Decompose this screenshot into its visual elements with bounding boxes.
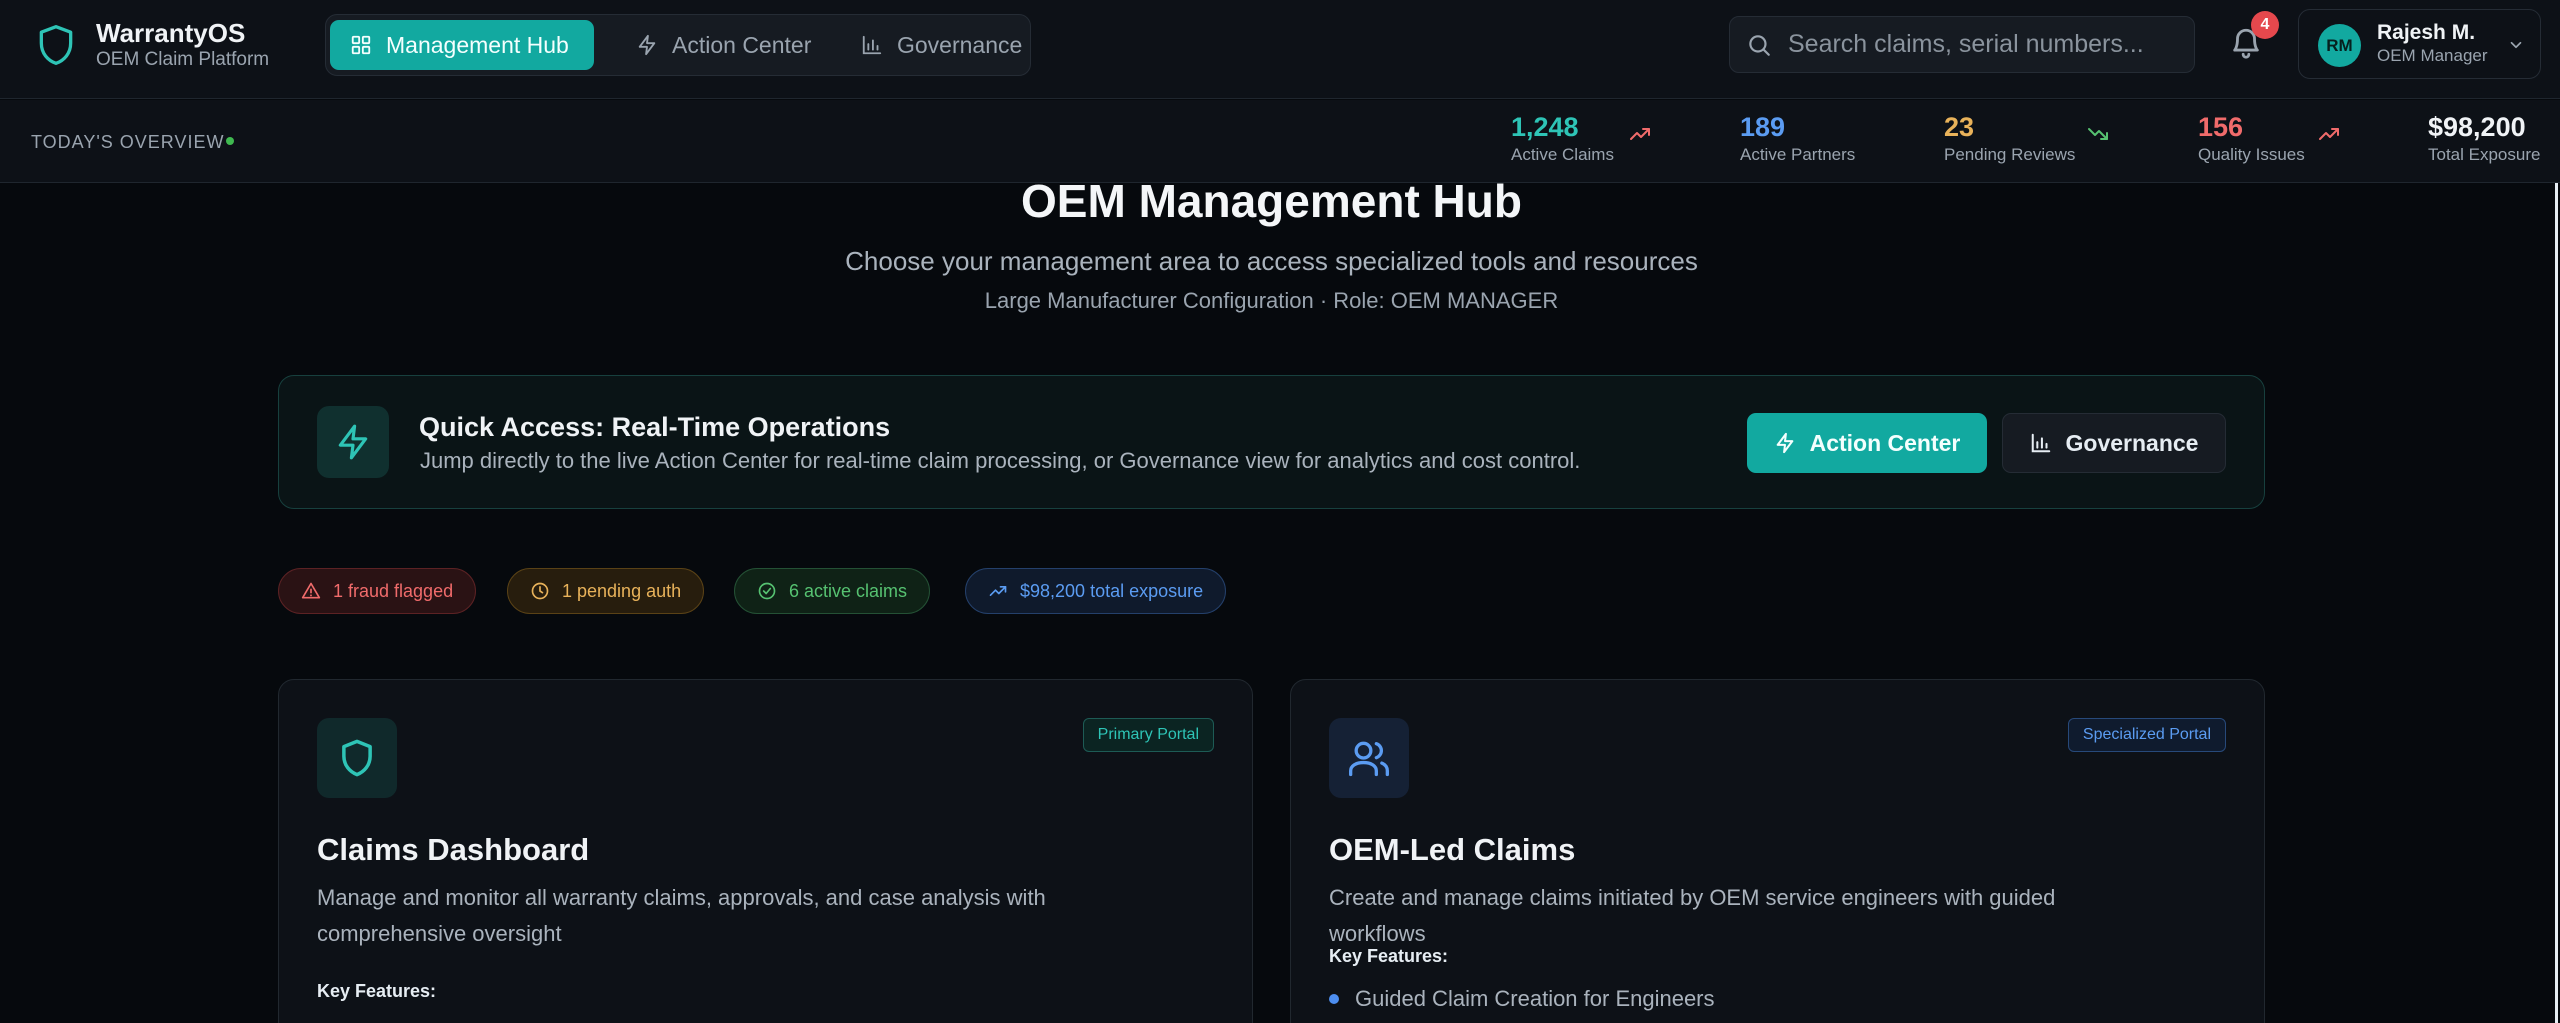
user-role: OEM Manager xyxy=(2377,46,2488,65)
scrollbar[interactable] xyxy=(2555,183,2558,1023)
total-exposure-pill[interactable]: $98,200 total exposure xyxy=(965,568,1227,614)
pill-label: 6 active claims xyxy=(789,580,908,601)
configuration-info: Large Manufacturer Configuration · Role:… xyxy=(984,288,1559,313)
search-icon xyxy=(1749,34,1770,56)
governance-button[interactable]: Governance xyxy=(2002,413,2226,473)
stat-value: 156 xyxy=(2198,112,2244,142)
trending-up-icon xyxy=(1630,128,1650,140)
notification-count-badge: 4 xyxy=(2251,11,2279,39)
card-icon-tile xyxy=(1329,718,1409,798)
primary-portal-badge: Primary Portal xyxy=(1082,718,1214,752)
nav-action-center-label: Action Center xyxy=(672,31,812,58)
action-center-button[interactable]: Action Center xyxy=(1747,413,1987,473)
avatar: RM xyxy=(2318,24,2361,67)
bullet-dot xyxy=(1329,994,1339,1004)
check-circle-icon xyxy=(758,582,776,600)
card-title: OEM-Led Claims xyxy=(1329,832,1576,867)
fraud-flagged-pill[interactable]: 1 fraud flagged xyxy=(278,568,477,614)
top-bar: WarrantyOS OEM Claim Platform Management… xyxy=(0,0,2560,99)
app-name: WarrantyOS xyxy=(96,18,246,48)
quick-access-description: Jump directly to the live Action Center … xyxy=(420,448,1581,473)
feature-label: Guided Claim Creation for Engineers xyxy=(1355,986,1715,1011)
user-name: Rajesh M. xyxy=(2377,21,2476,44)
pill-label: 1 fraud flagged xyxy=(333,580,454,601)
chevron-down-icon xyxy=(2510,41,2522,49)
bolt-icon xyxy=(638,34,656,56)
quick-access-panel: Quick Access: Real-Time Operations Jump … xyxy=(278,375,2265,509)
grid-icon xyxy=(351,35,371,55)
shield-logo-icon xyxy=(39,25,73,65)
app-subtitle: OEM Claim Platform xyxy=(96,49,270,70)
search-box[interactable] xyxy=(1729,16,2195,73)
live-indicator-dot xyxy=(226,137,234,145)
stat-quality-issues[interactable]: 156 Quality Issues xyxy=(2198,112,2305,165)
pending-auth-pill[interactable]: 1 pending auth xyxy=(507,568,705,614)
bolt-icon xyxy=(338,424,368,460)
stat-label: Active Claims xyxy=(1511,145,1614,164)
stat-value: 1,248 xyxy=(1511,112,1579,142)
trending-up-icon xyxy=(2319,128,2339,140)
claims-dashboard-card[interactable]: Primary Portal Claims Dashboard Manage a… xyxy=(278,679,1253,1023)
users-icon xyxy=(1349,741,1389,777)
card-description: Create and manage claims initiated by OE… xyxy=(1329,885,2056,946)
pill-label: 1 pending auth xyxy=(562,580,682,601)
stat-value: $98,200 xyxy=(2428,112,2526,142)
specialized-portal-badge: Specialized Portal xyxy=(2067,718,2226,752)
key-features-label: Key Features: xyxy=(1329,946,1449,966)
stat-active-partners[interactable]: 189 Active Partners xyxy=(1740,112,1855,165)
card-icon-tile xyxy=(317,718,397,798)
user-menu[interactable]: RM Rajesh M. OEM Manager xyxy=(2298,9,2541,79)
nav-action-center[interactable]: Action Center xyxy=(616,20,831,70)
stat-value: 189 xyxy=(1740,112,1786,142)
bar-chart-icon xyxy=(862,35,882,55)
trending-up-icon xyxy=(989,586,1007,596)
brand[interactable]: WarrantyOS OEM Claim Platform xyxy=(34,18,269,72)
quick-access-icon-tile xyxy=(317,406,389,478)
nav-management-hub-label: Management Hub xyxy=(386,31,569,58)
overview-strip: TODAY'S OVERVIEW 1,248 Active Claims 189… xyxy=(0,100,2560,183)
search-input[interactable] xyxy=(1788,30,2178,59)
key-features-label: Key Features: xyxy=(317,981,437,1001)
stat-label: Pending Reviews xyxy=(1944,145,2076,164)
page-subtitle: Choose your management area to access sp… xyxy=(845,246,1698,276)
pill-label: $98,200 total exposure xyxy=(1020,580,1204,601)
stat-label: Active Partners xyxy=(1740,145,1856,164)
oem-led-claims-card[interactable]: Specialized Portal OEM-Led Claims Create… xyxy=(1290,679,2265,1023)
bolt-icon xyxy=(1776,432,1793,454)
stat-active-claims[interactable]: 1,248 Active Claims xyxy=(1511,112,1614,165)
nav-governance[interactable]: Governance xyxy=(841,20,1042,70)
card-description: Manage and monitor all warranty claims, … xyxy=(317,885,1046,946)
stat-label: Total Exposure xyxy=(2428,145,2541,164)
overview-label: TODAY'S OVERVIEW xyxy=(31,132,225,152)
shield-icon xyxy=(342,739,372,777)
quick-access-title: Quick Access: Real-Time Operations xyxy=(419,412,891,442)
trending-down-icon xyxy=(2088,128,2108,140)
clock-icon xyxy=(531,582,549,600)
stat-label: Quality Issues xyxy=(2198,145,2305,164)
feature-item: Guided Claim Creation for Engineers xyxy=(1329,986,1715,1012)
stat-total-exposure[interactable]: $98,200 Total Exposure xyxy=(2428,112,2540,165)
bar-chart-icon xyxy=(2031,433,2050,453)
stat-pending-reviews[interactable]: 23 Pending Reviews xyxy=(1944,112,2075,165)
alert-triangle-icon xyxy=(301,582,321,599)
action-center-button-label: Action Center xyxy=(1809,429,1961,456)
main-nav: Management Hub Action Center Governance xyxy=(325,14,1031,76)
governance-button-label: Governance xyxy=(2065,429,2199,456)
nav-governance-label: Governance xyxy=(897,31,1023,58)
nav-management-hub[interactable]: Management Hub xyxy=(330,20,594,70)
stat-value: 23 xyxy=(1944,112,1975,142)
page-title: OEM Management Hub xyxy=(1021,175,1522,227)
card-title: Claims Dashboard xyxy=(317,832,590,867)
active-claims-pill[interactable]: 6 active claims xyxy=(734,568,931,614)
